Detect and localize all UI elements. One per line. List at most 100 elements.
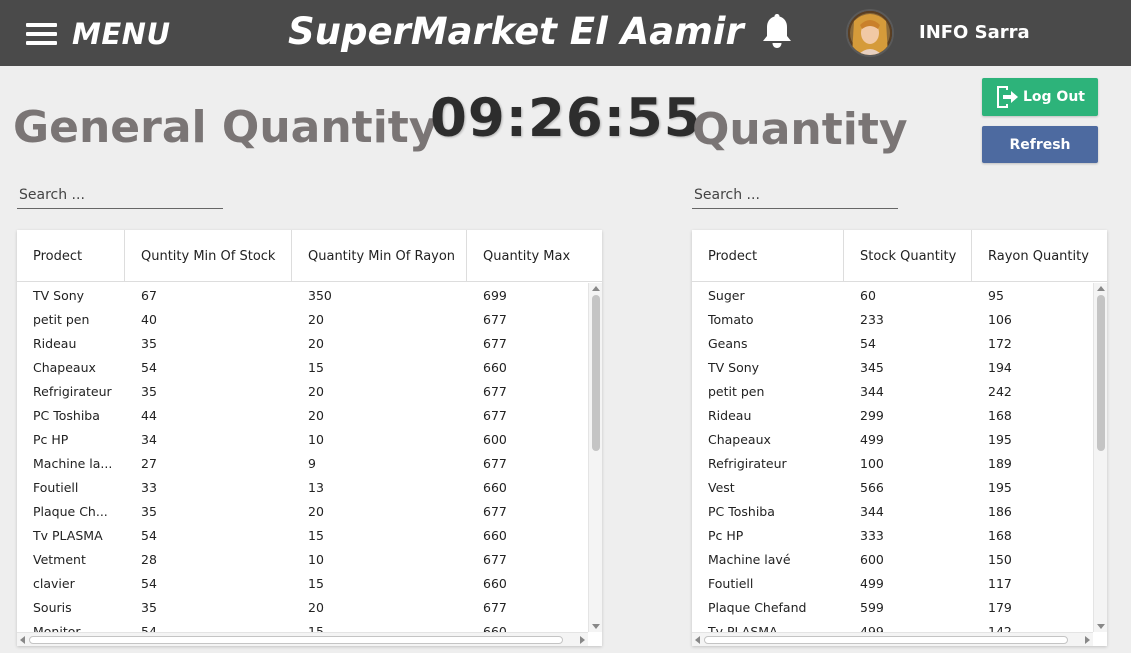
table-cell: Tv PLASMA — [33, 527, 103, 543]
table-row[interactable]: clavier 54 15 660 — [17, 571, 588, 595]
table-row[interactable]: Vest 566 195 — [692, 475, 1093, 499]
table-row[interactable]: PC Toshiba 344 186 — [692, 499, 1093, 523]
scroll-thumb[interactable] — [1097, 295, 1105, 451]
scroll-thumb[interactable] — [592, 295, 600, 451]
table-row[interactable]: Machine la... 27 9 677 — [17, 451, 588, 475]
table-row[interactable]: Chapeaux 499 195 — [692, 427, 1093, 451]
table-cell: 195 — [988, 431, 1012, 447]
table-cell: Monitor — [33, 623, 81, 633]
logout-label: Log Out — [1023, 89, 1085, 105]
vertical-scrollbar[interactable] — [588, 283, 602, 632]
table-row[interactable]: Foutiell 33 13 660 — [17, 475, 588, 499]
table-row[interactable]: Rideau 35 20 677 — [17, 331, 588, 355]
table-row[interactable]: PC Toshiba 44 20 677 — [17, 403, 588, 427]
column-header-prodect[interactable]: Prodect — [692, 230, 844, 282]
column-header-stock-quantity[interactable]: Stock Quantity — [844, 230, 972, 282]
column-header-min-rayon[interactable]: Quantity Min Of Rayon — [292, 230, 467, 282]
table-cell: Plaque Ch... — [33, 503, 108, 519]
table-cell: 179 — [988, 599, 1012, 615]
table-row[interactable]: Plaque Chefand 599 179 — [692, 595, 1093, 619]
quantity-search-input[interactable] — [692, 181, 898, 209]
menu-label: MENU — [72, 17, 171, 51]
table-cell: 20 — [308, 335, 324, 351]
table-cell: Souris — [33, 599, 72, 615]
table-row[interactable]: Machine lavé 600 150 — [692, 547, 1093, 571]
table-cell: Suger — [708, 287, 745, 303]
table-cell: 333 — [860, 527, 884, 543]
table-cell: 35 — [141, 383, 157, 399]
table-row[interactable]: Geans 54 172 — [692, 331, 1093, 355]
table-cell: TV Sony — [33, 287, 85, 303]
general-search-input[interactable] — [17, 181, 223, 209]
table-row[interactable]: Refrigirateur 100 189 — [692, 451, 1093, 475]
table-cell: 35 — [141, 599, 157, 615]
table-row[interactable]: petit pen 344 242 — [692, 379, 1093, 403]
scroll-right-icon[interactable] — [1085, 636, 1090, 644]
table-cell: 350 — [308, 287, 332, 303]
horizontal-scrollbar[interactable] — [692, 632, 1093, 646]
scroll-left-icon[interactable] — [20, 636, 25, 644]
bell-icon[interactable] — [759, 12, 795, 50]
table-cell: 142 — [988, 623, 1012, 633]
table-cell: 299 — [860, 407, 884, 423]
scroll-left-icon[interactable] — [695, 636, 700, 644]
table-cell: 189 — [988, 455, 1012, 471]
table-cell: Pc HP — [708, 527, 744, 543]
table-row[interactable]: Pc HP 333 168 — [692, 523, 1093, 547]
scroll-thumb[interactable] — [29, 636, 563, 644]
column-header-max[interactable]: Quantity Max — [467, 230, 602, 282]
table-row[interactable]: Tv PLASMA 499 142 — [692, 619, 1093, 633]
table-row[interactable]: Chapeaux 54 15 660 — [17, 355, 588, 379]
refresh-button[interactable]: Refresh — [982, 126, 1098, 163]
table-row[interactable]: Refrigirateur 35 20 677 — [17, 379, 588, 403]
table-cell: 54 — [141, 359, 157, 375]
table-cell: 15 — [308, 623, 324, 633]
table-row[interactable]: Suger 60 95 — [692, 283, 1093, 307]
horizontal-scrollbar[interactable] — [17, 632, 588, 646]
table-row[interactable]: Tomato 233 106 — [692, 307, 1093, 331]
logout-button[interactable]: Log Out — [982, 78, 1098, 116]
hamburger-icon[interactable] — [26, 23, 57, 45]
table-row[interactable]: Pc HP 34 10 600 — [17, 427, 588, 451]
table-cell: Pc HP — [33, 431, 69, 447]
scroll-up-icon[interactable] — [1097, 286, 1105, 291]
scroll-up-icon[interactable] — [592, 286, 600, 291]
table-row[interactable]: Monitor 54 15 660 — [17, 619, 588, 633]
scroll-down-icon[interactable] — [592, 624, 600, 629]
table-cell: petit pen — [708, 383, 765, 399]
table-cell: 499 — [860, 431, 884, 447]
table-row[interactable]: petit pen 40 20 677 — [17, 307, 588, 331]
scroll-right-icon[interactable] — [580, 636, 585, 644]
column-header-prodect[interactable]: Prodect — [17, 230, 125, 282]
table-cell: PC Toshiba — [33, 407, 100, 423]
table-cell: Foutiell — [708, 575, 754, 591]
scroll-thumb[interactable] — [704, 636, 1068, 644]
table-row[interactable]: Foutiell 499 117 — [692, 571, 1093, 595]
logout-icon — [997, 86, 1018, 108]
table-cell: Refrigirateur — [708, 455, 787, 471]
table-row[interactable]: TV Sony 67 350 699 — [17, 283, 588, 307]
table-cell: 95 — [988, 287, 1004, 303]
table-row[interactable]: Souris 35 20 677 — [17, 595, 588, 619]
table-row[interactable]: TV Sony 345 194 — [692, 355, 1093, 379]
table-cell: 499 — [860, 623, 884, 633]
vertical-scrollbar[interactable] — [1093, 283, 1107, 632]
table-cell: Vest — [708, 479, 735, 495]
avatar-image — [848, 11, 892, 55]
table-row[interactable]: Plaque Ch... 35 20 677 — [17, 499, 588, 523]
table-cell: clavier — [33, 575, 75, 591]
scroll-down-icon[interactable] — [1097, 624, 1105, 629]
table-cell: 9 — [308, 455, 316, 471]
table-row[interactable]: Rideau 299 168 — [692, 403, 1093, 427]
table-cell: Rideau — [33, 335, 77, 351]
table-cell: 20 — [308, 503, 324, 519]
table-row[interactable]: Tv PLASMA 54 15 660 — [17, 523, 588, 547]
column-header-min-stock[interactable]: Quntity Min Of Stock — [125, 230, 292, 282]
table-row[interactable]: Vetment 28 10 677 — [17, 547, 588, 571]
column-header-rayon-quantity[interactable]: Rayon Quantity — [972, 230, 1107, 282]
user-avatar[interactable] — [846, 9, 894, 57]
table-cell: 599 — [860, 599, 884, 615]
table-cell: 677 — [483, 599, 507, 615]
table-cell: 677 — [483, 551, 507, 567]
menu-button[interactable]: MENU — [26, 14, 171, 54]
